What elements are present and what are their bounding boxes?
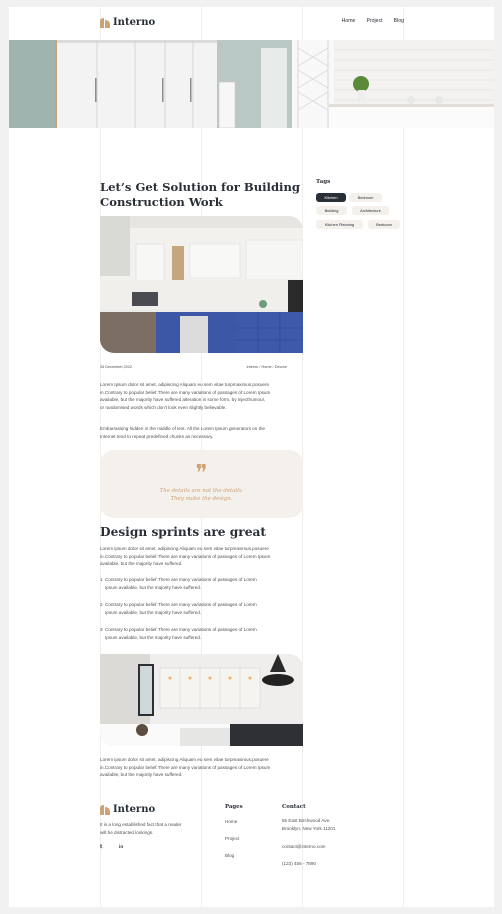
tag-bedroom[interactable]: Bedroom <box>349 193 382 202</box>
list-item: 2 Contrary to popular belief.There are m… <box>100 602 257 615</box>
twitter-icon[interactable]: 𝕥 <box>100 845 102 850</box>
brand-name: Interno <box>113 17 156 28</box>
footer-address: 55 East Birchwood Ave. Brooklyn, New Yor… <box>282 818 336 831</box>
tag-kitchen-planning[interactable]: Kitchen Planning <box>316 220 363 229</box>
footer-link-blog[interactable]: Blog <box>225 853 234 858</box>
nav-home[interactable]: Home <box>342 18 356 24</box>
footer-link-project[interactable]: Project <box>225 836 239 841</box>
section-title: Design sprints are great <box>100 525 267 539</box>
outro-paragraph: Lorem ipsum dolor sit amet, adipiscing A… <box>100 757 271 778</box>
linkedin-icon[interactable]: in <box>119 845 123 850</box>
footer-email[interactable]: contact@interno.com <box>282 844 325 849</box>
tag-architecture[interactable]: Architecture <box>352 206 389 215</box>
header: Interno Home Project Blog <box>9 7 494 40</box>
footer-pages-title: Pages <box>225 804 243 810</box>
footer-phone[interactable]: (123) 456 - 7890 <box>282 861 316 866</box>
article-date: 26 December,2022 <box>100 365 133 369</box>
nav-blog[interactable]: Blog <box>394 18 404 24</box>
logo-icon <box>100 17 110 28</box>
hero-banner-image <box>9 40 494 128</box>
brand-logo[interactable]: Interno <box>100 17 155 28</box>
article-meta: 26 December,2022 Interior / Home / Decor… <box>100 365 303 369</box>
tag-kitchen[interactable]: Kitchen <box>316 193 346 202</box>
tag-building[interactable]: Building <box>316 206 347 215</box>
logo-icon <box>100 804 110 815</box>
quote-icon: ❞ <box>195 461 208 486</box>
footer-link-home[interactable]: Home <box>225 819 237 824</box>
quote-block: ❞ <box>100 450 303 518</box>
guide-line <box>403 7 404 907</box>
embarrassing-paragraph: Embarrassing hidden in the middle of tex… <box>100 426 265 439</box>
footer-logo[interactable]: Interno <box>100 804 155 815</box>
article-title: Let’s Get Solution for Building Construc… <box>100 180 300 209</box>
kitchen-image-2 <box>100 654 303 746</box>
footer-contact-title: Contact <box>282 804 306 810</box>
breadcrumb: Interior / Home / Decore <box>246 365 287 369</box>
footer-brand-name: Interno <box>113 804 156 815</box>
tag-bedroom-2[interactable]: Bedroom <box>368 220 400 229</box>
intro-paragraph: Lorem Ipsum dolor sit amet, adipiscing A… <box>100 382 271 410</box>
footer-about: It is a long established fact that a rea… <box>100 822 182 835</box>
nav-project[interactable]: Project <box>366 18 382 24</box>
page: Interno Home Project Blog Let’s Get Solu… <box>9 7 494 907</box>
list-item: 3 Contrary to popular belief.There are m… <box>100 627 257 640</box>
section-paragraph: Lorem ipsum dolor sit amet, adipiscing A… <box>100 546 271 567</box>
main-nav: Home Project Blog <box>342 18 404 24</box>
quote-lines: The details are not the details. They ma… <box>159 488 244 502</box>
kitchen-image <box>100 216 303 353</box>
list-item: 1 Contrary to popular belief.There are m… <box>100 577 257 590</box>
tags-title: Tags <box>316 179 331 185</box>
